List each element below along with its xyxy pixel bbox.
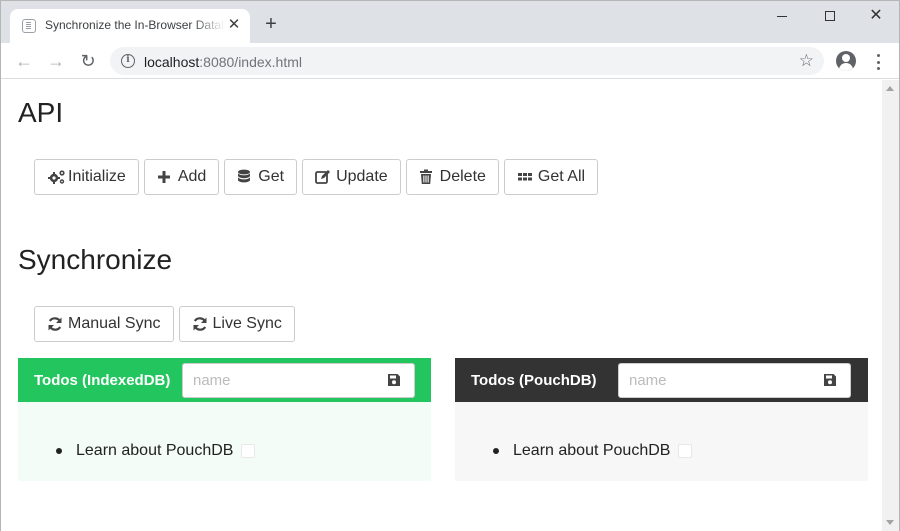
- list-item: Learn about PouchDB: [491, 442, 693, 460]
- page-favicon-icon: [22, 19, 36, 33]
- pouchdb-save-button[interactable]: [811, 363, 851, 398]
- reload-button[interactable]: ↻: [75, 48, 101, 74]
- browser-tab[interactable]: Synchronize the In-Browser Datab ✕: [10, 9, 250, 43]
- pouchdb-panel-title: Todos (PouchDB): [471, 372, 597, 389]
- api-heading: API: [18, 97, 64, 128]
- page-viewport: API Initialize Add Get Update Delete Get…: [1, 80, 882, 531]
- sync-button-group: Manual Sync Live Sync: [34, 306, 295, 342]
- vertical-scrollbar[interactable]: [882, 80, 899, 531]
- todo-text: Learn about PouchDB: [513, 442, 671, 459]
- pouchdb-panel-header: Todos (PouchDB): [455, 358, 868, 402]
- todo-text: Learn about PouchDB: [76, 442, 234, 459]
- pouchdb-todo-list: Learn about PouchDB: [491, 442, 693, 460]
- scroll-down-arrow-icon[interactable]: [886, 520, 894, 525]
- new-tab-button[interactable]: +: [261, 14, 281, 34]
- initialize-label: Initialize: [68, 168, 126, 185]
- maximize-icon: [825, 11, 835, 21]
- pouchdb-panel-body: Learn about PouchDB: [455, 402, 868, 481]
- delete-label: Delete: [439, 168, 486, 185]
- site-info-icon[interactable]: i: [121, 54, 135, 68]
- save-icon: [823, 373, 839, 389]
- get-all-button[interactable]: Get All: [503, 159, 599, 195]
- indexeddb-panel-body: Learn about PouchDB: [18, 402, 431, 481]
- scroll-up-arrow-icon[interactable]: [886, 86, 894, 91]
- indexeddb-panel-title: Todos (IndexedDB): [34, 372, 171, 389]
- add-button[interactable]: Add: [143, 159, 220, 195]
- indexeddb-panel-header: Todos (IndexedDB): [18, 358, 431, 402]
- address-bar[interactable]: i localhost:8080/index.html ☆: [110, 47, 824, 75]
- manual-sync-label: Manual Sync: [68, 315, 161, 332]
- maximize-button[interactable]: [807, 1, 853, 31]
- pouchdb-name-input[interactable]: [618, 363, 812, 398]
- edit-icon: [315, 169, 331, 185]
- get-button[interactable]: Get: [224, 159, 298, 195]
- todo-checkbox[interactable]: [241, 444, 256, 458]
- bullet-icon: [56, 448, 62, 454]
- browser-menu-icon[interactable]: [870, 52, 886, 72]
- cogs-icon: [47, 169, 65, 185]
- list-item: Learn about PouchDB: [54, 442, 256, 460]
- api-button-group: Initialize Add Get Update Delete Get All: [34, 159, 599, 195]
- save-icon: [387, 373, 403, 389]
- close-icon: ✕: [869, 7, 883, 24]
- plus-icon: [157, 169, 173, 185]
- delete-button[interactable]: Delete: [405, 159, 499, 195]
- add-label: Add: [177, 168, 207, 185]
- grid-icon: [517, 169, 533, 185]
- synchronize-heading: Synchronize: [18, 244, 173, 275]
- update-label: Update: [336, 168, 388, 185]
- browser-toolbar: ← → ↻ i localhost:8080/index.html ☆: [1, 43, 899, 79]
- trash-icon: [419, 169, 435, 185]
- bookmark-star-icon[interactable]: ☆: [799, 51, 814, 71]
- tab-title: Synchronize the In-Browser Datab: [45, 18, 225, 32]
- indexeddb-save-button[interactable]: [375, 363, 415, 398]
- update-button[interactable]: Update: [302, 159, 401, 195]
- live-sync-label: Live Sync: [212, 315, 282, 332]
- tab-close-icon[interactable]: ✕: [226, 17, 242, 33]
- indexeddb-todo-list: Learn about PouchDB: [54, 442, 256, 460]
- get-label: Get: [258, 168, 285, 185]
- url-text[interactable]: localhost:8080/index.html: [144, 54, 302, 70]
- database-icon: [237, 169, 253, 185]
- close-window-button[interactable]: ✕: [853, 1, 899, 31]
- manual-sync-button[interactable]: Manual Sync: [34, 306, 174, 342]
- tab-strip: Synchronize the In-Browser Datab ✕ + ✕: [1, 1, 899, 43]
- minimize-button[interactable]: [759, 1, 805, 31]
- minimize-icon: [777, 15, 787, 17]
- back-button[interactable]: ←: [11, 48, 37, 74]
- live-sync-button[interactable]: Live Sync: [178, 306, 295, 342]
- browser-window: Synchronize the In-Browser Datab ✕ + ✕ ←…: [0, 0, 900, 531]
- initialize-button[interactable]: Initialize: [34, 159, 139, 195]
- sync-icon: [47, 316, 63, 332]
- profile-avatar-icon[interactable]: [836, 51, 856, 71]
- indexeddb-name-input[interactable]: [182, 363, 376, 398]
- forward-button[interactable]: →: [43, 48, 69, 74]
- todo-checkbox[interactable]: [678, 444, 693, 458]
- url-path: :8080/index.html: [199, 54, 302, 70]
- get-all-label: Get All: [537, 168, 586, 185]
- bullet-icon: [493, 448, 499, 454]
- sync-icon: [192, 316, 208, 332]
- todos-pouchdb-panel: Todos (PouchDB) Learn about PouchDB: [455, 358, 868, 481]
- url-host: localhost: [144, 54, 200, 70]
- todos-indexeddb-panel: Todos (IndexedDB) Learn about PouchDB: [18, 358, 431, 481]
